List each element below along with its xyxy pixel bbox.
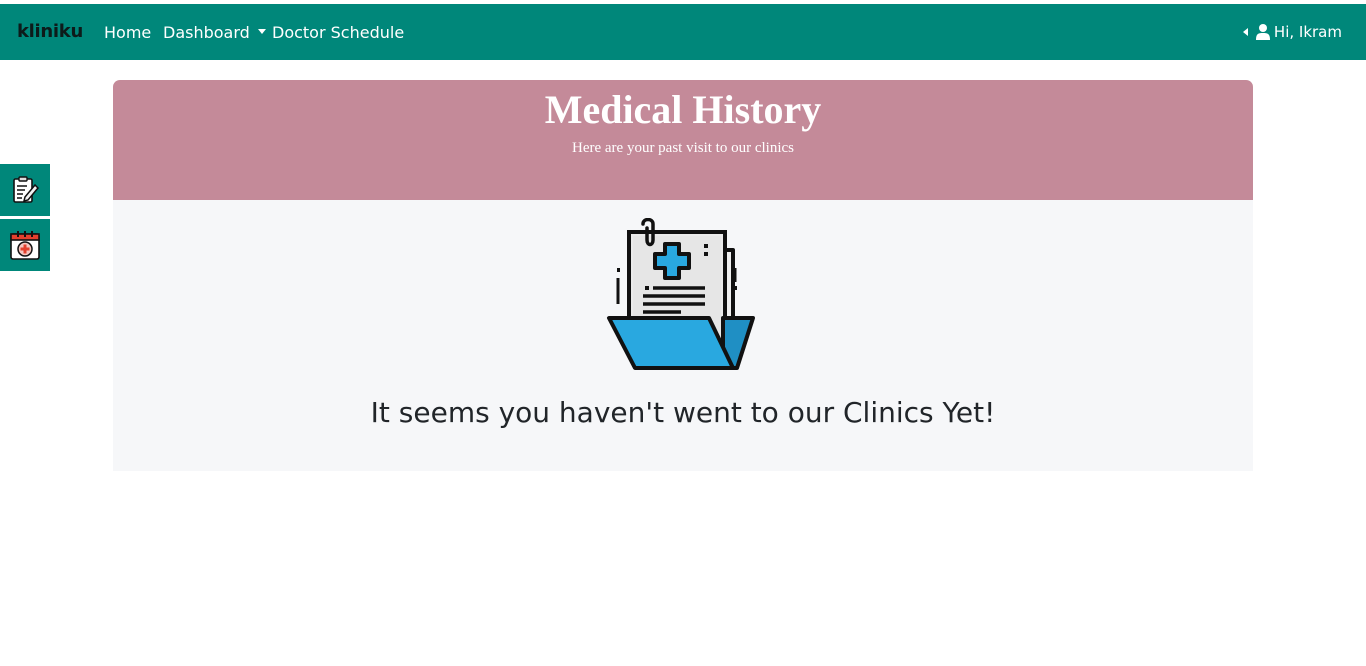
medical-history-panel: It seems you haven't went to our Clinics… [113,200,1253,471]
nav-home-link[interactable]: Home [104,23,151,42]
page-title: Medical History [544,87,822,132]
medical-history-header: Medical History Here are your past visit… [113,80,1253,200]
sidebar-item-doctor-schedule[interactable] [0,219,50,271]
nav-dashboard-label: Dashboard [163,23,250,42]
user-menu-dropdown[interactable]: Hi, Ikram [1242,23,1342,41]
clipboard-edit-icon [13,176,40,203]
nav-dashboard-dropdown[interactable]: Dashboard [163,23,266,42]
medical-folder-icon [607,218,755,370]
page-subtitle: Here are your past visit to our clinics [571,140,795,156]
chevron-down-icon [257,29,266,34]
empty-state-message: It seems you haven't went to our Clinics… [370,396,996,429]
sidebar-item-medical-history[interactable] [0,164,50,216]
user-greeting: Hi, Ikram [1273,23,1342,41]
brand-logo[interactable]: kliniku [17,21,83,42]
user-icon [1255,24,1270,40]
navbar: kliniku Home Dashboard Doctor Schedule H… [0,4,1366,60]
caret-left-icon [1242,28,1248,36]
calendar-medical-icon [10,231,40,260]
nav-doctor-schedule-link[interactable]: Doctor Schedule [272,23,404,42]
